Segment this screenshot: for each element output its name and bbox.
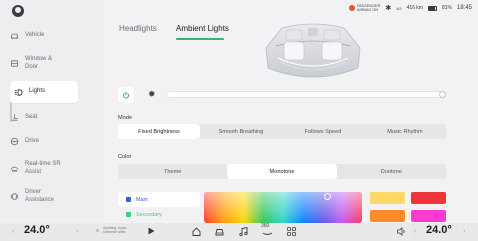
color-mode-selector: Theme Monotone Duotone [118, 164, 446, 179]
color-slot-label: Secondary [136, 211, 162, 218]
airbag-indicator: PASSENGER AIRBAG ON [348, 4, 380, 13]
sidebar-item-label: Vehicle [25, 31, 45, 38]
volume-icon[interactable] [396, 226, 407, 237]
mode-option-music-rhythm[interactable]: Music Rhythm [364, 124, 446, 139]
sidebar-item-lights[interactable]: Lights [10, 81, 78, 103]
right-temp-increase[interactable]: › [463, 228, 465, 235]
seat-icon [10, 113, 19, 122]
media-widget[interactable]: Anything, Anyw... Unknown artist [96, 226, 129, 234]
album-art-icon [96, 228, 99, 232]
color-option-monotone[interactable]: Monotone [227, 164, 337, 179]
sidebar-item-label: Seat [25, 113, 38, 120]
sidebar-item-driver-assistance[interactable]: Driver Assistance [10, 189, 78, 204]
apps-grid-icon[interactable] [286, 226, 297, 237]
signal-indicator: 4G [396, 5, 402, 11]
brightness-slider[interactable] [166, 91, 446, 98]
car-icon [10, 31, 19, 40]
battery-icon [427, 5, 437, 11]
sidebar: Vehicle Window & Door Lights Seat Drive … [0, 0, 104, 223]
tab-ambient-lights[interactable]: Ambient Lights [176, 24, 229, 33]
status-bar: PASSENGER AIRBAG ON ✱ 4G 416 km 81% 18:4… [348, 4, 472, 13]
airbag-icon [348, 5, 355, 12]
swatch-orange[interactable] [370, 210, 405, 222]
power-icon [122, 91, 130, 99]
window-icon [10, 59, 19, 68]
color-slot-label: Main [136, 196, 148, 203]
brightness-icon: ✹ [148, 89, 156, 99]
mode-option-smooth-breathing[interactable]: Smooth Breathing [200, 124, 282, 139]
sidebar-item-label: Real-time SR Assist [25, 161, 61, 175]
color-slot-list: Main Secondary [118, 192, 200, 222]
color-slot-main[interactable]: Main [118, 192, 200, 207]
avatar[interactable] [12, 5, 24, 17]
lights-icon [14, 88, 23, 97]
sidebar-item-label: Window & Door [25, 56, 53, 70]
sr-icon [10, 164, 19, 173]
sidebar-item-vehicle[interactable]: Vehicle [10, 31, 78, 40]
right-temperature: 24.0° [426, 224, 452, 236]
swatch-pink[interactable] [411, 210, 446, 222]
clock: 18:45 [456, 5, 472, 12]
camera-360-icon[interactable] [262, 230, 273, 236]
active-tab-indicator [176, 38, 224, 40]
media-artist: Unknown artist [103, 230, 126, 235]
left-temp-decrease[interactable]: ‹ [12, 228, 14, 235]
mode-option-fixed-brightness[interactable]: Fixed Brightness [118, 124, 200, 139]
car-control-icon[interactable] [214, 226, 225, 237]
ambient-power-toggle[interactable] [118, 87, 134, 103]
sidebar-item-drive[interactable]: Drive [10, 137, 78, 146]
color-option-duotone[interactable]: Duotone [337, 164, 446, 179]
color-picker-cursor[interactable] [324, 193, 331, 200]
home-icon[interactable] [191, 226, 202, 237]
battery-percent: 81% [441, 5, 452, 12]
left-temp-increase[interactable]: › [76, 228, 78, 235]
music-icon[interactable] [238, 226, 249, 237]
sidebar-item-label: Lights [29, 88, 46, 95]
tab-headlights[interactable]: Headlights [119, 24, 157, 33]
airbag-line-2: AIRBAG ON [356, 8, 379, 13]
color-picker[interactable] [204, 192, 362, 223]
car-interior-illustration [254, 16, 372, 90]
mode-label: Mode [118, 115, 132, 121]
secondary-color-indicator [126, 212, 131, 217]
bluetooth-icon: ✱ [385, 5, 392, 13]
main-color-indicator [126, 197, 131, 202]
mode-selector: Fixed Brightness Smooth Breathing Follow… [118, 124, 446, 139]
color-option-theme[interactable]: Theme [118, 164, 227, 179]
driver-assist-icon [10, 192, 19, 201]
color-slot-secondary[interactable]: Secondary [118, 207, 200, 222]
mode-option-follows-speed[interactable]: Follows Speed [282, 124, 364, 139]
sidebar-item-realtime-sr[interactable]: Real-time SR Assist [10, 161, 78, 176]
sidebar-item-window-door[interactable]: Window & Door [10, 56, 78, 71]
steering-icon [10, 137, 19, 146]
camera-360-label[interactable]: 360 [261, 223, 269, 229]
sidebar-item-label: Driver Assistance [25, 189, 55, 203]
brightness-slider-thumb[interactable] [439, 91, 446, 98]
right-temp-decrease[interactable]: ‹ [414, 228, 416, 235]
sidebar-item-seat[interactable]: Seat [10, 113, 78, 122]
play-icon[interactable] [146, 226, 156, 236]
range-text: 416 km [406, 5, 423, 12]
swatch-yellow[interactable] [370, 192, 405, 204]
color-label: Color [118, 154, 132, 160]
swatch-red[interactable] [411, 192, 446, 204]
left-temperature: 24.0° [24, 224, 50, 236]
sidebar-item-label: Drive [25, 137, 40, 144]
